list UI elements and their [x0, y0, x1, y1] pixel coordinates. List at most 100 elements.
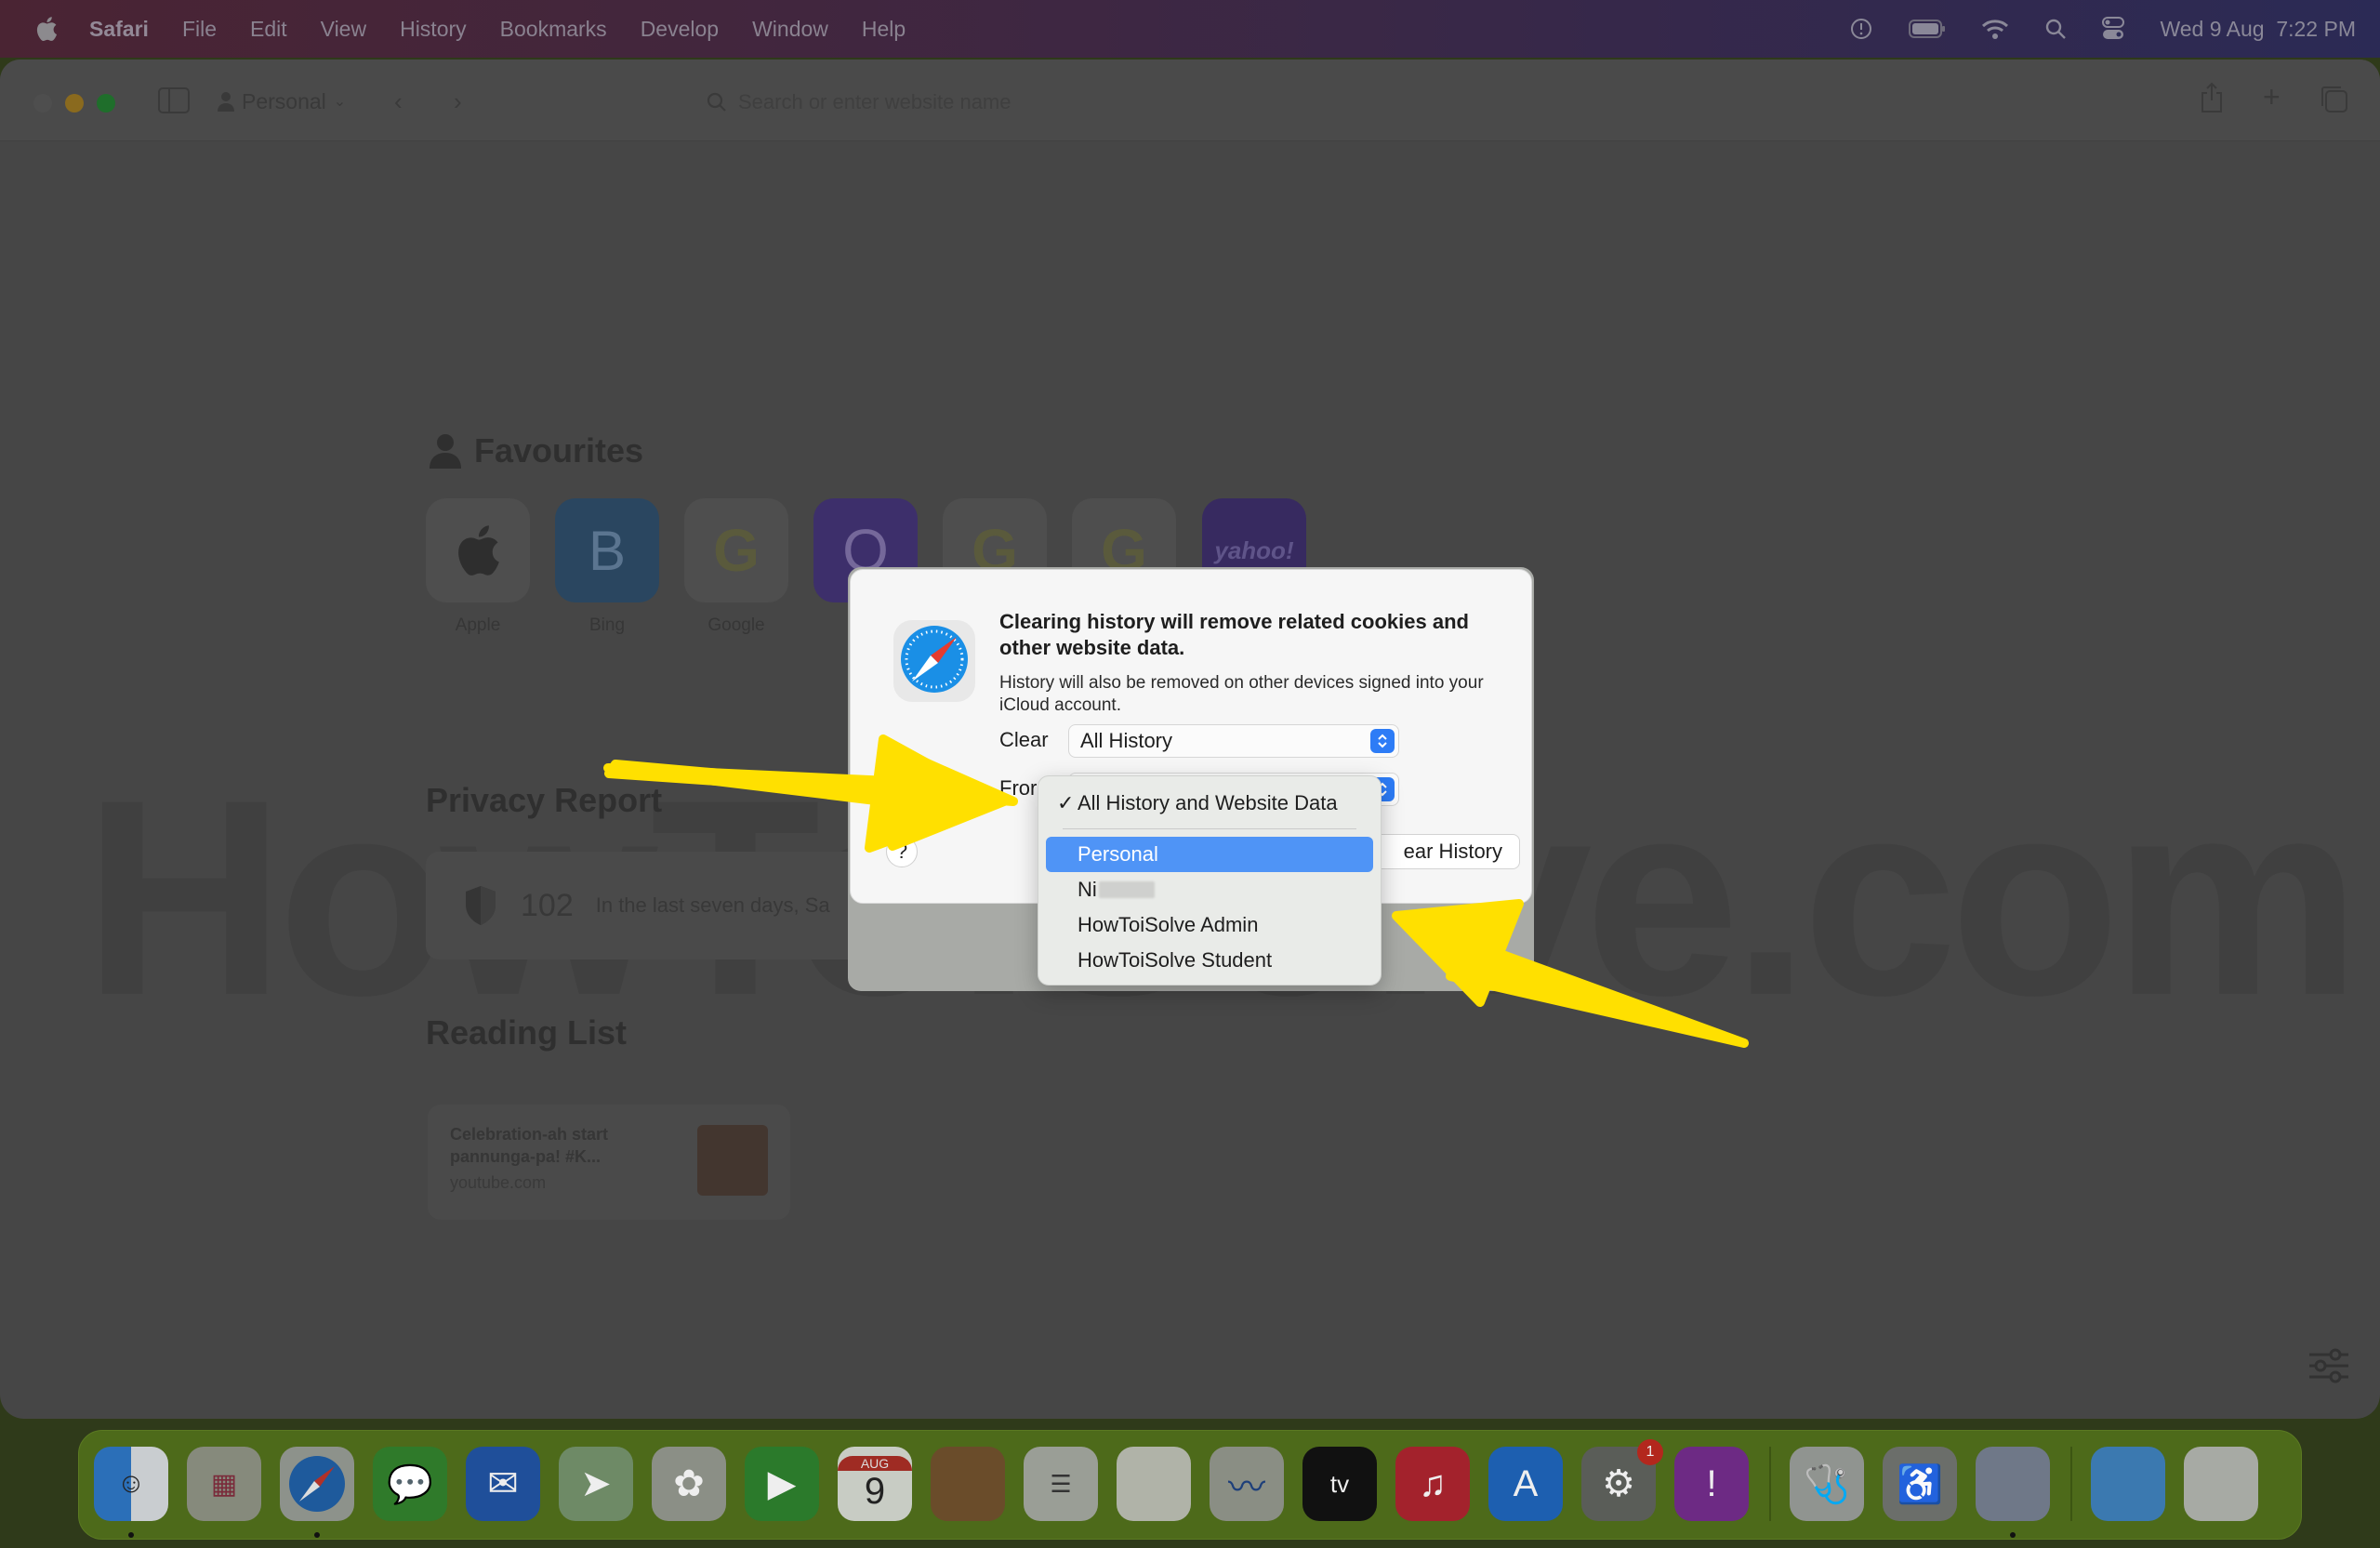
window-close-button[interactable]: [33, 94, 52, 112]
menu-item-personal[interactable]: Personal: [1046, 837, 1373, 872]
dock-photos[interactable]: ✿: [652, 1447, 726, 1521]
apple-menu-icon[interactable]: [33, 15, 60, 43]
favourite-label: Google: [707, 615, 765, 635]
menu-item-all-history[interactable]: ✓ All History and Website Data: [1046, 786, 1373, 821]
dialog-title: Clearing history will remove related coo…: [999, 610, 1469, 659]
notification-badge: 1: [1637, 1439, 1663, 1465]
time-machine-icon[interactable]: [1849, 17, 1873, 41]
favourite-label: Bing: [588, 615, 626, 635]
menu-item-howtoisolve-student[interactable]: HowToiSolve Student: [1046, 943, 1373, 978]
dock-notes[interactable]: [1117, 1447, 1191, 1521]
dock-mail[interactable]: ✉: [466, 1447, 540, 1521]
reading-list-title: Reading List: [426, 1013, 628, 1052]
dock-feedback-assistant[interactable]: !: [1674, 1447, 1749, 1521]
customize-start-page-icon[interactable]: [2307, 1347, 2350, 1389]
clear-range-popup[interactable]: All History: [1068, 724, 1399, 758]
dock-launchpad[interactable]: ▦: [187, 1447, 261, 1521]
new-tab-icon[interactable]: +: [2263, 80, 2281, 114]
dock-reminders[interactable]: ☰: [1024, 1447, 1098, 1521]
reading-list-item[interactable]: Celebration-ah start pannunga-pa! #K... …: [428, 1105, 790, 1220]
window-minimize-button[interactable]: [65, 94, 84, 112]
menu-help[interactable]: Help: [862, 17, 906, 42]
person-icon: [430, 434, 461, 469]
privacy-summary: In the last seven days, Sa: [595, 893, 830, 917]
dock-trash[interactable]: [2184, 1447, 2258, 1521]
apple-logo-icon: [426, 498, 530, 602]
running-indicator: [128, 1532, 134, 1538]
chevron-up-down-icon: [1370, 729, 1395, 753]
safari-toolbar: Personal ⌄ ‹ › Search or enter website n…: [0, 60, 2380, 141]
window-zoom-button[interactable]: [97, 94, 115, 112]
favourite-google[interactable]: G Google: [684, 498, 788, 636]
screen: Safari File Edit View History Bookmarks …: [0, 0, 2380, 1548]
dock-system-settings[interactable]: ⚙ 1: [1581, 1439, 1663, 1521]
control-center-icon[interactable]: [2102, 17, 2125, 41]
forward-icon[interactable]: ›: [454, 87, 462, 116]
menu-file[interactable]: File: [182, 17, 217, 42]
reading-item-title: Celebration-ah start pannunga-pa! #K...: [450, 1125, 609, 1166]
bing-logo-icon: B: [555, 498, 659, 602]
address-bar[interactable]: Search or enter website name: [707, 84, 1543, 121]
menu-bookmarks[interactable]: Bookmarks: [500, 17, 607, 42]
menu-view[interactable]: View: [321, 17, 366, 42]
privacy-report-card[interactable]: 102 In the last seven days, Sa: [426, 852, 863, 959]
menu-item-label: HowToiSolve Admin: [1078, 913, 1259, 936]
reading-item-thumbnail: [697, 1125, 768, 1196]
battery-icon[interactable]: [1909, 19, 1946, 39]
dock-notes-folder[interactable]: [931, 1447, 1005, 1521]
calendar-month: AUG: [838, 1455, 912, 1471]
menubar-status-area: Wed 9 Aug 7:22 PM: [1849, 0, 2356, 58]
favourites-title: Favourites: [474, 431, 644, 470]
dock-app-store[interactable]: A: [1488, 1447, 1563, 1521]
dock-downloads-folder[interactable]: [2091, 1447, 2165, 1521]
dock-facetime[interactable]: ▶: [745, 1447, 819, 1521]
dock-system-information[interactable]: 🩺: [1790, 1447, 1864, 1521]
menu-develop[interactable]: Develop: [641, 17, 719, 42]
favourite-apple[interactable]: Apple: [426, 498, 530, 636]
wifi-icon[interactable]: [1981, 18, 2009, 40]
dock-divider: [2070, 1447, 2072, 1521]
menu-separator: [1063, 828, 1356, 829]
running-indicator: [314, 1532, 320, 1538]
menu-item-label: HowToiSolve Student: [1078, 948, 1273, 972]
spotlight-search-icon[interactable]: [2044, 18, 2067, 40]
dock-tv[interactable]: tv: [1302, 1447, 1377, 1521]
dock-calendar[interactable]: AUG 9: [838, 1447, 912, 1521]
from-profile-menu: ✓ All History and Website Data Personal …: [1038, 775, 1382, 986]
menu-app-safari[interactable]: Safari: [89, 17, 149, 42]
back-icon[interactable]: ‹: [394, 87, 403, 116]
menu-history[interactable]: History: [400, 17, 467, 42]
dock-messages[interactable]: 💬: [373, 1447, 447, 1521]
help-button[interactable]: ?: [886, 836, 918, 867]
dock: ☺ ▦ 💬 ✉ ➤ ✿ ▶ AUG 9 ☰ 〰 tv ♫ A ⚙ 1 ! 🩺 ♿: [78, 1430, 2302, 1540]
favourite-label: Apple: [455, 615, 501, 635]
clear-label: Clear: [999, 728, 1049, 751]
dock-maps[interactable]: ➤: [559, 1447, 633, 1521]
favourites-heading: Favourites: [430, 431, 643, 470]
dock-divider: [1769, 1447, 1771, 1521]
tab-overview-icon[interactable]: [2319, 84, 2348, 118]
menu-item-howtoisolve-admin[interactable]: HowToiSolve Admin: [1046, 907, 1373, 943]
sidebar-toggle-icon[interactable]: [158, 87, 190, 118]
checkmark-icon: ✓: [1057, 791, 1075, 814]
safari-compass-icon: [893, 620, 975, 702]
dock-freeform[interactable]: 〰: [1210, 1447, 1284, 1521]
menu-item-redacted-profile[interactable]: Ni: [1046, 872, 1373, 907]
clock[interactable]: Wed 9 Aug 7:22 PM: [2160, 17, 2356, 42]
share-icon[interactable]: [2200, 82, 2224, 118]
favourite-bing[interactable]: B Bing: [555, 498, 659, 636]
running-indicator: [2010, 1532, 2016, 1538]
menu-window[interactable]: Window: [752, 17, 828, 42]
dock-finder[interactable]: ☺: [94, 1447, 168, 1538]
menu-edit[interactable]: Edit: [250, 17, 287, 42]
privacy-report-title: Privacy Report: [426, 781, 663, 819]
google-logo-icon: G: [684, 498, 788, 602]
address-bar-placeholder: Search or enter website name: [738, 90, 1012, 113]
profile-switcher[interactable]: Personal ⌄: [218, 86, 346, 117]
dock-accessibility-inspector[interactable]: ♿: [1883, 1447, 1957, 1521]
menu-item-label: All History and Website Data: [1078, 791, 1338, 814]
dock-preview[interactable]: [1976, 1447, 2050, 1538]
chevron-down-icon: ⌄: [333, 94, 347, 110]
dock-safari[interactable]: [280, 1447, 354, 1538]
dock-music[interactable]: ♫: [1395, 1447, 1470, 1521]
